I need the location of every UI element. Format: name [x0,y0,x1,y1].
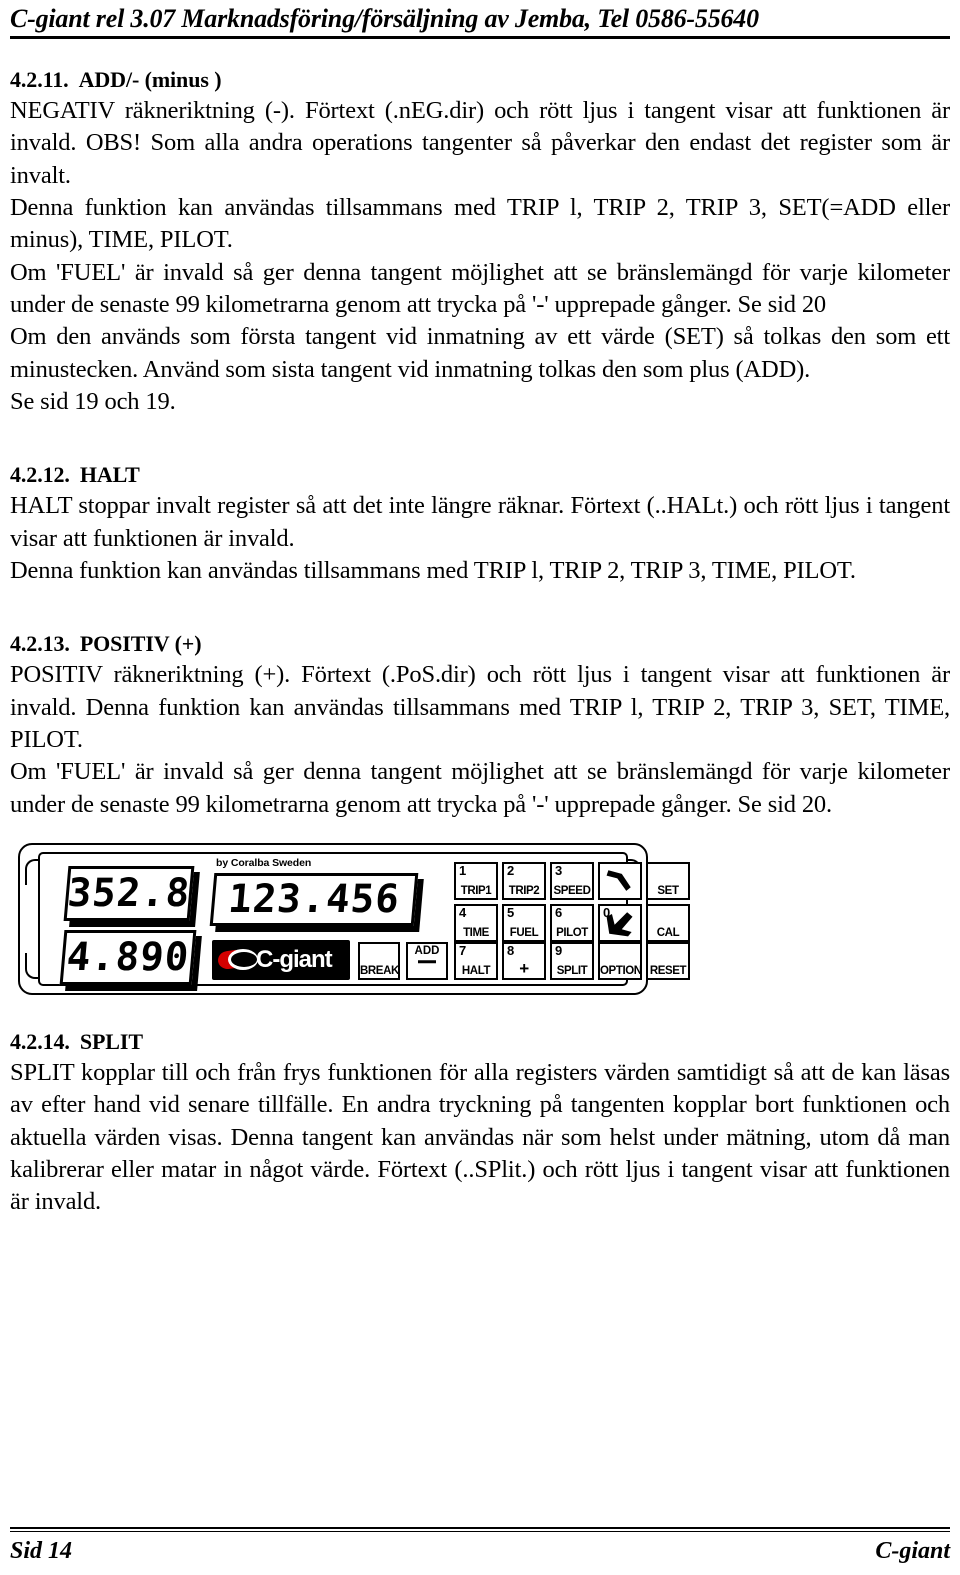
page-number: Sid 14 [10,1538,73,1564]
page-header: C-giant rel 3.07 Marknadsföring/försäljn… [10,4,759,33]
c-giant-logo: C-giant [212,939,350,980]
footer-divider-1 [10,1527,950,1529]
arrow-down-left-icon [606,912,633,937]
key-7-halt[interactable]: 7 HALT [454,941,498,980]
section-number: 4.2.11. [10,67,69,92]
device-illustration: 352.8 4.890 by Coralba Sweden 123.456 C-… [18,842,950,995]
page-footer: Sid 14 C-giant [10,1527,950,1565]
header-divider [10,36,950,39]
display-main: 123.456 [209,872,419,926]
c-giant-logo-icon [216,947,260,973]
section-heading-4-2-11: 4.2.11. ADD/- (minus ) [10,67,950,93]
display-lower-left: 4.890 [59,929,197,985]
key-9-split[interactable]: 9 SPLIT [550,941,594,980]
paragraph: Se sid 19 och 19. [10,387,176,415]
key-1-trip1[interactable]: 1 TRIP1 [454,861,498,900]
paragraph: HALT stoppar invalt register så att det … [10,492,950,552]
paragraph: Om den används som första tangent vid in… [10,323,950,383]
c-giant-logo-text: C-giant [256,945,333,973]
section-number: 4.2.12. [10,462,70,488]
section-title: SPLIT [79,1028,143,1054]
key-arrow-up-left[interactable] [598,861,642,900]
section-heading-4-2-13: 4.2.13. POSITIV (+) [10,631,950,657]
key-6-pilot[interactable]: 6 PILOT [550,903,594,942]
key-0-arrow-down-left[interactable]: 0 [598,903,642,942]
display-upper-left: 352.8 [63,865,195,921]
section-title: POSITIV (+) [79,631,202,657]
section-number: 4.2.14. [10,1028,70,1054]
key-4-time[interactable]: 4 TIME [454,903,498,942]
section-title: HALT [79,462,140,488]
key-break[interactable]: BREAK [358,941,400,980]
paragraph: Om 'FUEL' är invald så ger denna tangent… [10,258,950,318]
paragraph: Denna funktion kan användas tillsammans … [10,193,950,254]
key-option[interactable]: OPTION [598,941,642,980]
paragraph: POSITIV räkneriktning (+). Förtext (.PoS… [10,661,950,753]
section-title: ADD/- (minus ) [78,67,222,92]
key-add-minus[interactable]: ADD [406,941,448,980]
key-3-speed[interactable]: 3 SPEED [550,861,594,900]
key-reset[interactable]: RESET [646,941,690,980]
minus-icon [418,959,436,964]
paragraph: Denna funktion kan användas tillsammans … [10,556,856,584]
footer-brand: C-giant [875,1538,950,1564]
paragraph: NEGATIV räkneriktning (-). Förtext (.nEG… [10,97,950,189]
key-cal[interactable]: CAL [646,903,690,942]
paragraph: SPLIT kopplar till och från frys funktio… [10,1058,950,1216]
paragraph: Om 'FUEL' är invald så ger denna tangent… [10,758,950,818]
footer-divider-2 [10,1531,950,1532]
brand-byline: by Coralba Sweden [216,856,312,869]
key-set[interactable]: SET [646,861,690,900]
device-faceplate: 352.8 4.890 by Coralba Sweden 123.456 C-… [38,851,690,986]
arrow-up-left-icon [606,870,631,891]
key-2-trip2[interactable]: 2 TRIP2 [502,861,546,900]
key-8-plus[interactable]: 8 + [502,941,546,980]
section-number: 4.2.13. [10,631,70,657]
section-heading-4-2-12: 4.2.12. HALT [10,462,950,488]
document-page: C-giant rel 3.07 Marknadsföring/försäljn… [0,0,960,1575]
key-5-fuel[interactable]: 5 FUEL [502,903,546,942]
device-bezel: 352.8 4.890 by Coralba Sweden 123.456 C-… [18,842,690,995]
section-heading-4-2-14: 4.2.14. SPLIT [10,1029,950,1055]
